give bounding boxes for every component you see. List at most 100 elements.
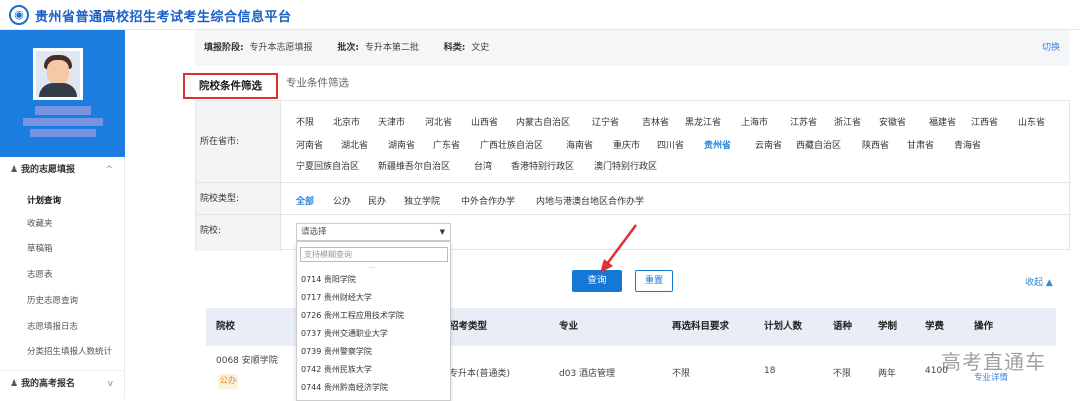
province-option[interactable]: 浙江省 [834, 115, 861, 128]
province-option[interactable]: 湖南省 [388, 138, 415, 151]
province-option[interactable]: 重庆市 [613, 138, 640, 151]
cell-plan: 18 [764, 366, 776, 376]
province-option[interactable]: 陕西省 [862, 138, 889, 151]
query-button[interactable]: 查询 [572, 270, 622, 292]
avatar [33, 48, 83, 100]
province-option[interactable]: 台湾 [474, 159, 492, 172]
redacted-id [23, 118, 103, 126]
tab-school-filter[interactable]: 院校条件筛选 [183, 73, 278, 99]
school-type-option[interactable]: 内地与港澳台地区合作办学 [536, 194, 644, 207]
user-icon: ♟ [10, 165, 19, 175]
type-label: 院校类型: [196, 183, 281, 215]
menu-item-drafts[interactable]: 草稿箱 [27, 242, 53, 254]
province-option[interactable]: 北京市 [333, 115, 360, 128]
cell-requirement: 不限 [672, 369, 691, 379]
menu-group-volunteer[interactable]: ♟ 我的志愿填报 ^ [0, 157, 125, 183]
province-option[interactable]: 西藏自治区 [796, 138, 841, 151]
watermark: 高考直通车 [941, 350, 1046, 374]
filter-tabs: 院校条件筛选 专业条件筛选 [183, 68, 1070, 99]
phase-label: 填报阶段: [204, 43, 244, 53]
switch-link[interactable]: 切换 [1042, 30, 1060, 66]
chevron-down-icon: v [107, 379, 113, 389]
col-action: 操作 [974, 321, 994, 332]
school-search-input[interactable]: 支持模糊查询 [300, 247, 448, 262]
collapse-link[interactable]: 收起 ▲ [1025, 275, 1053, 288]
province-option[interactable]: 澳门特别行政区 [594, 159, 657, 172]
dropdown-option[interactable]: 0739 贵州警察学院 [301, 346, 372, 357]
menu-item-volunteer-table[interactable]: 志愿表 [27, 268, 53, 280]
app-title: 贵州省普通高校招生考试考生综合信息平台 [35, 10, 292, 25]
redacted-info [30, 129, 96, 137]
school-select-value: 请选择 [301, 227, 327, 237]
cell-type: 专升本(普通类) [449, 369, 511, 379]
province-option[interactable]: 贵州省 [704, 138, 731, 151]
cell-years: 两年 [878, 369, 897, 379]
province-option[interactable]: 湖北省 [341, 138, 368, 151]
province-option[interactable]: 四川省 [657, 138, 684, 151]
school-type-option[interactable]: 中外合作办学 [461, 194, 515, 207]
menu-item-plan-query[interactable]: 计划查询 [27, 194, 61, 206]
province-option[interactable]: 新疆维吾尔自治区 [378, 159, 450, 172]
province-option[interactable]: 山西省 [471, 115, 498, 128]
province-option[interactable]: 内蒙古自治区 [516, 115, 570, 128]
col-major: 专业 [559, 321, 579, 332]
province-option[interactable]: 云南省 [755, 138, 782, 151]
province-option[interactable]: 山东省 [1018, 115, 1045, 128]
col-school: 院校 [216, 321, 236, 332]
col-fee: 学费 [925, 321, 945, 332]
menu-item-log[interactable]: 志愿填报日志 [27, 320, 78, 332]
caret-down-icon: ▼ [439, 228, 445, 236]
menu-group-registration[interactable]: ♟ 我的高考报名 v [0, 370, 125, 396]
cell-language: 不限 [833, 369, 852, 379]
school-type-option[interactable]: 独立学院 [404, 194, 440, 207]
school-select[interactable]: 请选择 ▼ [296, 223, 451, 241]
dropdown-option[interactable]: 0717 贵州财经大学 [301, 292, 372, 303]
dropdown-option[interactable]: 0744 贵州黔南经济学院 [301, 382, 388, 393]
chevron-up-icon: ^ [105, 165, 113, 175]
province-option[interactable]: 辽宁省 [592, 115, 619, 128]
school-type-option[interactable]: 全部 [296, 194, 314, 207]
col-language: 语种 [833, 321, 853, 332]
menu-item-history[interactable]: 历史志愿查询 [27, 294, 78, 306]
cell-major: d03 酒店管理 [559, 369, 616, 379]
main-content: 填报阶段: 专升本志愿填报 批次: 专升本第二批 科类: 文史 切换 院校条件筛… [183, 30, 1071, 401]
province-option[interactable]: 黑龙江省 [685, 115, 721, 128]
cell-school: 0068 安顺学院 [216, 356, 278, 366]
province-label: 所在省市: [196, 101, 281, 183]
profile-panel [0, 30, 125, 157]
province-option[interactable]: 天津市 [378, 115, 405, 128]
province-option[interactable]: 吉林省 [642, 115, 669, 128]
school-type-option[interactable]: 公办 [333, 194, 351, 207]
col-requirement: 再选科目要求 [672, 321, 730, 332]
province-option[interactable]: 河南省 [296, 138, 323, 151]
province-option[interactable]: 甘肃省 [907, 138, 934, 151]
province-option[interactable]: 宁夏回族自治区 [296, 159, 359, 172]
province-option[interactable]: 青海省 [954, 138, 981, 151]
school-label: 院校: [196, 215, 281, 251]
dropdown-option[interactable]: 0737 贵州交通职业大学 [301, 328, 388, 339]
dropdown-option[interactable]: 0742 贵州民族大学 [301, 364, 372, 375]
stage-bar: 填报阶段: 专升本志愿填报 批次: 专升本第二批 科类: 文史 切换 [195, 30, 1070, 66]
province-option[interactable]: 海南省 [566, 138, 593, 151]
reset-button[interactable]: 重置 [635, 270, 673, 292]
menu-item-favorites[interactable]: 收藏夹 [27, 217, 53, 229]
dropdown-option[interactable]: 0714 贵阳学院 [301, 274, 356, 285]
menu-item-stats[interactable]: 分类招生填报人数统计 [27, 345, 112, 357]
province-option[interactable]: 不限 [296, 115, 314, 128]
province-option[interactable]: 广东省 [433, 138, 460, 151]
province-option[interactable]: 安徽省 [879, 115, 906, 128]
province-option[interactable]: 福建省 [929, 115, 956, 128]
province-option[interactable]: 江苏省 [790, 115, 817, 128]
dropdown-option[interactable]: 0726 贵州工程应用技术学院 [301, 310, 404, 321]
province-option[interactable]: 香港特别行政区 [511, 159, 574, 172]
batch-label: 批次: [337, 43, 359, 53]
province-option[interactable]: 广西壮族自治区 [480, 138, 543, 151]
province-option[interactable]: 江西省 [971, 115, 998, 128]
school-dropdown-panel: 支持模糊查询 ... 0714 贵阳学院 0717 贵州财经大学 0726 贵州工程… [296, 241, 451, 401]
province-option[interactable]: 河北省 [425, 115, 452, 128]
menu-group-label: 我的志愿填报 [21, 165, 76, 175]
tab-major-filter[interactable]: 专业条件筛选 [286, 75, 349, 90]
phase-value: 专升本志愿填报 [249, 43, 313, 53]
province-option[interactable]: 上海市 [741, 115, 768, 128]
school-type-option[interactable]: 民办 [368, 194, 386, 207]
